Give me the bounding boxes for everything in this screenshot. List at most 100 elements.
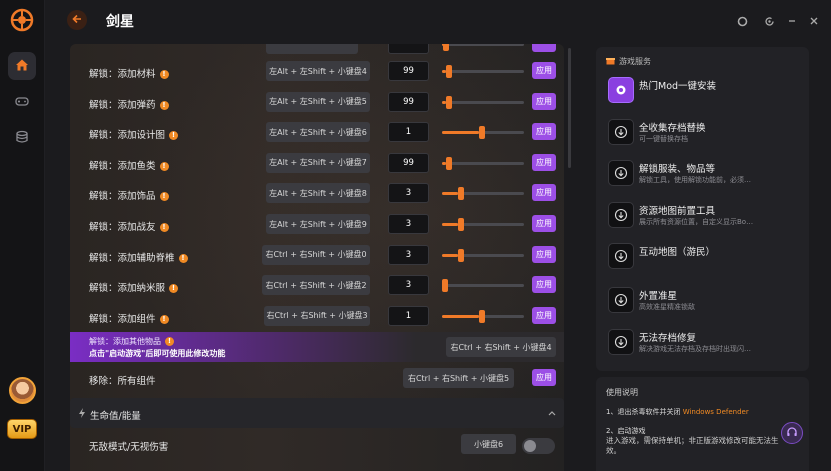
- service-subtitle: 解锁工具，使用解锁功能前，必须…: [639, 176, 751, 184]
- value-input[interactable]: 3: [388, 183, 429, 204]
- service-item[interactable]: 资源地图前置工具 展示所有资源位置，自定义显示Bo…: [608, 202, 803, 232]
- service-item[interactable]: 外置准星 高效准星精准锁敌: [608, 287, 803, 317]
- hotkey-box[interactable]: 右Ctrl + 右Shift + 小键盘5: [403, 368, 514, 388]
- value-input[interactable]: 3: [388, 244, 429, 265]
- apply-button[interactable]: 应用: [532, 184, 556, 202]
- value-input[interactable]: 1: [388, 305, 429, 326]
- value-input[interactable]: 99: [388, 61, 429, 81]
- value-input[interactable]: 99: [388, 152, 429, 173]
- chevron-up-icon[interactable]: [548, 409, 556, 419]
- hotkey-box[interactable]: 右Ctrl + 右Shift + 小键盘2: [262, 275, 370, 296]
- value-input[interactable]: 99: [388, 91, 429, 112]
- scrollbar[interactable]: [568, 48, 571, 168]
- info-icon: !: [169, 284, 179, 294]
- vip-badge[interactable]: VIP: [7, 419, 37, 439]
- apply-button[interactable]: [532, 44, 556, 52]
- value-slider[interactable]: [442, 95, 524, 109]
- slider-handle[interactable]: [479, 309, 485, 323]
- sidebar-item-games[interactable]: [8, 88, 36, 116]
- hotkey-box[interactable]: 左Alt + 左Shift + 小键盘9: [266, 214, 370, 234]
- value-slider[interactable]: [442, 248, 524, 262]
- sidebar-item-storage[interactable]: [8, 124, 36, 152]
- apply-button[interactable]: 应用: [532, 276, 556, 294]
- services-header: 游戏服务: [606, 56, 651, 67]
- database-icon: [15, 130, 29, 147]
- hotkey-box[interactable]: 左Alt + 左Shift + 小键盘7: [266, 152, 370, 173]
- instruction-step-2: 2、启动游戏: [606, 427, 646, 435]
- arrow-left-icon: [72, 14, 82, 27]
- avatar[interactable]: [9, 377, 36, 404]
- slider-handle[interactable]: [458, 218, 464, 231]
- slider-handle[interactable]: [446, 95, 452, 109]
- service-item[interactable]: 全收集存档替换 可一键替换存档: [608, 119, 803, 149]
- hotkey-box[interactable]: 右Ctrl + 右Shift + 小键盘3: [264, 305, 370, 326]
- value-slider[interactable]: [442, 126, 524, 140]
- back-button[interactable]: [67, 10, 87, 30]
- hotkey-box[interactable]: [266, 44, 358, 54]
- hotkey-box[interactable]: 左Alt + 左Shift + 小键盘6: [266, 122, 370, 143]
- services-panel: 游戏服务 热门Mod一键安装 全收集存档替换 可一键替换存档 解锁服装、物品等 解锁工具…: [596, 47, 809, 371]
- service-item[interactable]: 热门Mod一键安装: [608, 77, 803, 107]
- service-title: 外置准星: [639, 291, 678, 302]
- slider-handle[interactable]: [479, 126, 485, 140]
- hotkey-box[interactable]: 左Alt + 左Shift + 小键盘5: [266, 91, 370, 112]
- apply-button[interactable]: 应用: [532, 306, 556, 324]
- value-slider[interactable]: [442, 279, 524, 293]
- apply-button[interactable]: 应用: [532, 62, 556, 79]
- hotkey-box-disabled: [262, 340, 357, 357]
- hotkey-box[interactable]: 小键盘6: [461, 434, 516, 454]
- apply-button[interactable]: 应用: [532, 245, 556, 263]
- cheat-label: 解锁：添加纳米服!: [89, 280, 179, 294]
- service-subtitle: 展示所有资源位置，自定义显示Bo…: [639, 218, 754, 226]
- hotkey-box[interactable]: 左Alt + 左Shift + 小键盘4: [266, 61, 370, 81]
- cheat-label: 解锁：添加鱼类!: [89, 158, 169, 172]
- gift-icon: [606, 56, 615, 67]
- slider-handle[interactable]: [446, 156, 452, 170]
- apply-button[interactable]: 应用: [532, 215, 556, 232]
- cheat-list-panel: 解锁：添加材料! 左Alt + 左Shift + 小键盘4 99 应用 解锁：添加弹药!…: [70, 44, 564, 471]
- sidebar-item-home[interactable]: [8, 52, 36, 80]
- apply-button[interactable]: 应用: [532, 369, 556, 386]
- apply-button[interactable]: 应用: [532, 123, 556, 141]
- refresh-icon[interactable]: [762, 14, 776, 28]
- list-item: 解锁：添加战友! 左Alt + 左Shift + 小键盘9 3 应用: [70, 210, 564, 240]
- service-item[interactable]: 解锁服装、物品等 解锁工具，使用解锁功能前，必须…: [608, 160, 803, 190]
- value-slider[interactable]: [442, 156, 524, 170]
- slider-handle[interactable]: [442, 279, 448, 293]
- minimize-icon[interactable]: [785, 14, 799, 28]
- download-icon: [608, 243, 634, 269]
- value-input[interactable]: 1: [388, 122, 429, 143]
- hotkey-box[interactable]: 右Ctrl + 右Shift + 小键盘0: [262, 244, 370, 265]
- value-input[interactable]: 3: [388, 275, 429, 296]
- promo-banner[interactable]: 解锁：添加其他物品! 点击"启动游戏"后即可使用此修改功能 右Ctrl + 右S…: [70, 332, 564, 362]
- service-subtitle: 高效准星精准锁敌: [639, 303, 695, 311]
- instructions-title: 使用说明: [606, 388, 638, 397]
- slider-handle[interactable]: [458, 187, 464, 201]
- god-mode-toggle[interactable]: [522, 438, 555, 454]
- value-slider[interactable]: [442, 44, 524, 51]
- close-icon[interactable]: [807, 14, 821, 28]
- apply-button[interactable]: 应用: [532, 92, 556, 110]
- cheat-label: 解锁：添加战友!: [89, 219, 169, 233]
- slider-handle[interactable]: [458, 248, 464, 262]
- download-icon: [608, 160, 634, 186]
- value-slider[interactable]: [442, 65, 524, 78]
- hotkey-box[interactable]: 右Ctrl + 右Shift + 小键盘4: [446, 337, 556, 357]
- value-slider[interactable]: [442, 309, 524, 323]
- value-input[interactable]: [388, 44, 429, 54]
- value-slider[interactable]: [442, 187, 524, 201]
- value-slider[interactable]: [442, 218, 524, 231]
- apply-button[interactable]: 应用: [532, 153, 556, 171]
- service-subtitle: 可一键替换存档: [639, 135, 688, 143]
- settings-icon[interactable]: [735, 14, 749, 28]
- service-item[interactable]: 无法存档修复 解决游戏无法存档及存档时出现闪…: [608, 329, 803, 359]
- section-header[interactable]: 生命值/能量: [70, 398, 564, 428]
- slider-handle[interactable]: [446, 65, 452, 78]
- list-item: 解锁：添加辅助脊椎! 右Ctrl + 右Shift + 小键盘0 3 应用: [70, 241, 564, 271]
- support-button[interactable]: [781, 422, 803, 444]
- service-item[interactable]: 互动地图（游民）: [608, 243, 803, 273]
- download-icon: [608, 119, 634, 145]
- hotkey-box[interactable]: 左Alt + 左Shift + 小键盘8: [266, 183, 370, 204]
- value-input[interactable]: 3: [388, 214, 429, 234]
- promo-text: 点击"启动游戏"后即可使用此修改功能: [89, 349, 226, 358]
